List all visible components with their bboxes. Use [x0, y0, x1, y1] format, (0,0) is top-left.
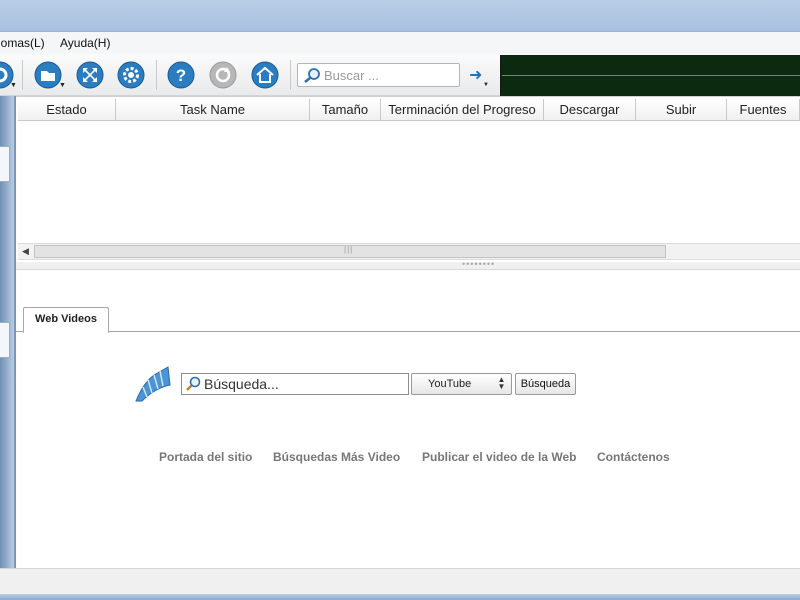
- speed-graph: [500, 55, 800, 96]
- settings-icon: [117, 61, 145, 89]
- toolbar-separator: [290, 60, 291, 90]
- arrow-right-icon[interactable]: ➜: [469, 65, 482, 85]
- window-title-bar: [0, 0, 800, 32]
- refresh-button[interactable]: [208, 60, 238, 90]
- column-header-progress[interactable]: Terminación del Progreso: [381, 99, 544, 121]
- column-header-upload[interactable]: Subir: [636, 99, 727, 121]
- speed-graph-line: [502, 75, 800, 76]
- video-source-value: YouTube: [428, 378, 472, 390]
- web-videos-panel: Web Videos YouTube ▲▼ Búsqueda Portada d…: [16, 270, 800, 569]
- svg-text:?: ?: [176, 66, 186, 85]
- toolbar-search-input[interactable]: [324, 67, 454, 83]
- window-bottom-edge: [0, 594, 800, 600]
- film-strip-icon: [135, 366, 171, 402]
- task-table-header: Estado Task Name Tamaño Terminación del …: [18, 99, 800, 121]
- search-icon: [304, 68, 320, 83]
- link-publish-video[interactable]: Publicar el video de la Web: [422, 450, 577, 464]
- video-search-input[interactable]: [204, 376, 404, 392]
- sidebar-panel[interactable]: [0, 322, 10, 358]
- menu-help[interactable]: Ayuda(H): [60, 36, 110, 50]
- tab-web-videos[interactable]: Web Videos: [23, 307, 109, 333]
- column-header-status[interactable]: Estado: [18, 99, 116, 121]
- panel-splitter[interactable]: ••••••••: [16, 259, 800, 270]
- toolbar-search-box[interactable]: [297, 63, 460, 87]
- refresh-icon: [209, 61, 237, 89]
- scroll-grip-icon: |||: [344, 245, 354, 254]
- link-home[interactable]: Portada del sitio: [159, 450, 252, 464]
- scroll-left-icon[interactable]: ◀: [22, 246, 29, 257]
- column-header-download[interactable]: Descargar: [544, 99, 636, 121]
- help-button[interactable]: ?: [166, 60, 196, 90]
- menu-languages[interactable]: iomas(L): [0, 36, 45, 50]
- home-icon: [251, 61, 279, 89]
- main-area: Estado Task Name Tamaño Terminación del …: [16, 96, 800, 569]
- column-header-task-name[interactable]: Task Name: [116, 99, 310, 121]
- options-dropdown-icon[interactable]: ▼: [10, 82, 17, 89]
- spinner-icon[interactable]: ▲ ▼: [495, 376, 508, 392]
- home-button[interactable]: [250, 60, 280, 90]
- search-dropdown-icon[interactable]: ▼: [483, 82, 489, 88]
- toolbar-separator: [22, 60, 23, 90]
- link-contact[interactable]: Contáctenos: [597, 450, 670, 464]
- video-source-select[interactable]: YouTube ▲ ▼: [411, 373, 512, 395]
- left-sidebar: [0, 96, 16, 568]
- splitter-grip-icon: ••••••••: [462, 259, 496, 269]
- menu-bar: iomas(L) Ayuda(H): [0, 32, 800, 54]
- settings-button[interactable]: [116, 60, 146, 90]
- video-search-box[interactable]: [181, 373, 409, 395]
- horizontal-scrollbar[interactable]: ◀ |||: [18, 243, 800, 260]
- help-icon: ?: [167, 61, 195, 89]
- column-header-sources[interactable]: Fuentes: [727, 99, 800, 121]
- search-icon: [186, 376, 201, 391]
- fullscreen-icon: [76, 61, 104, 89]
- tab-strip: Web Videos: [16, 306, 800, 333]
- column-header-size[interactable]: Tamaño: [310, 99, 381, 121]
- toolbar-separator: [156, 60, 157, 90]
- link-top-searches[interactable]: Búsquedas Más Video: [273, 450, 400, 464]
- footer-links: Portada del sitio Búsquedas Más Video Pu…: [16, 450, 800, 470]
- folder-dropdown-icon[interactable]: ▼: [59, 82, 66, 89]
- fullscreen-button[interactable]: [75, 60, 105, 90]
- video-search-button[interactable]: Búsqueda: [515, 373, 576, 395]
- sidebar-panel[interactable]: [0, 146, 10, 182]
